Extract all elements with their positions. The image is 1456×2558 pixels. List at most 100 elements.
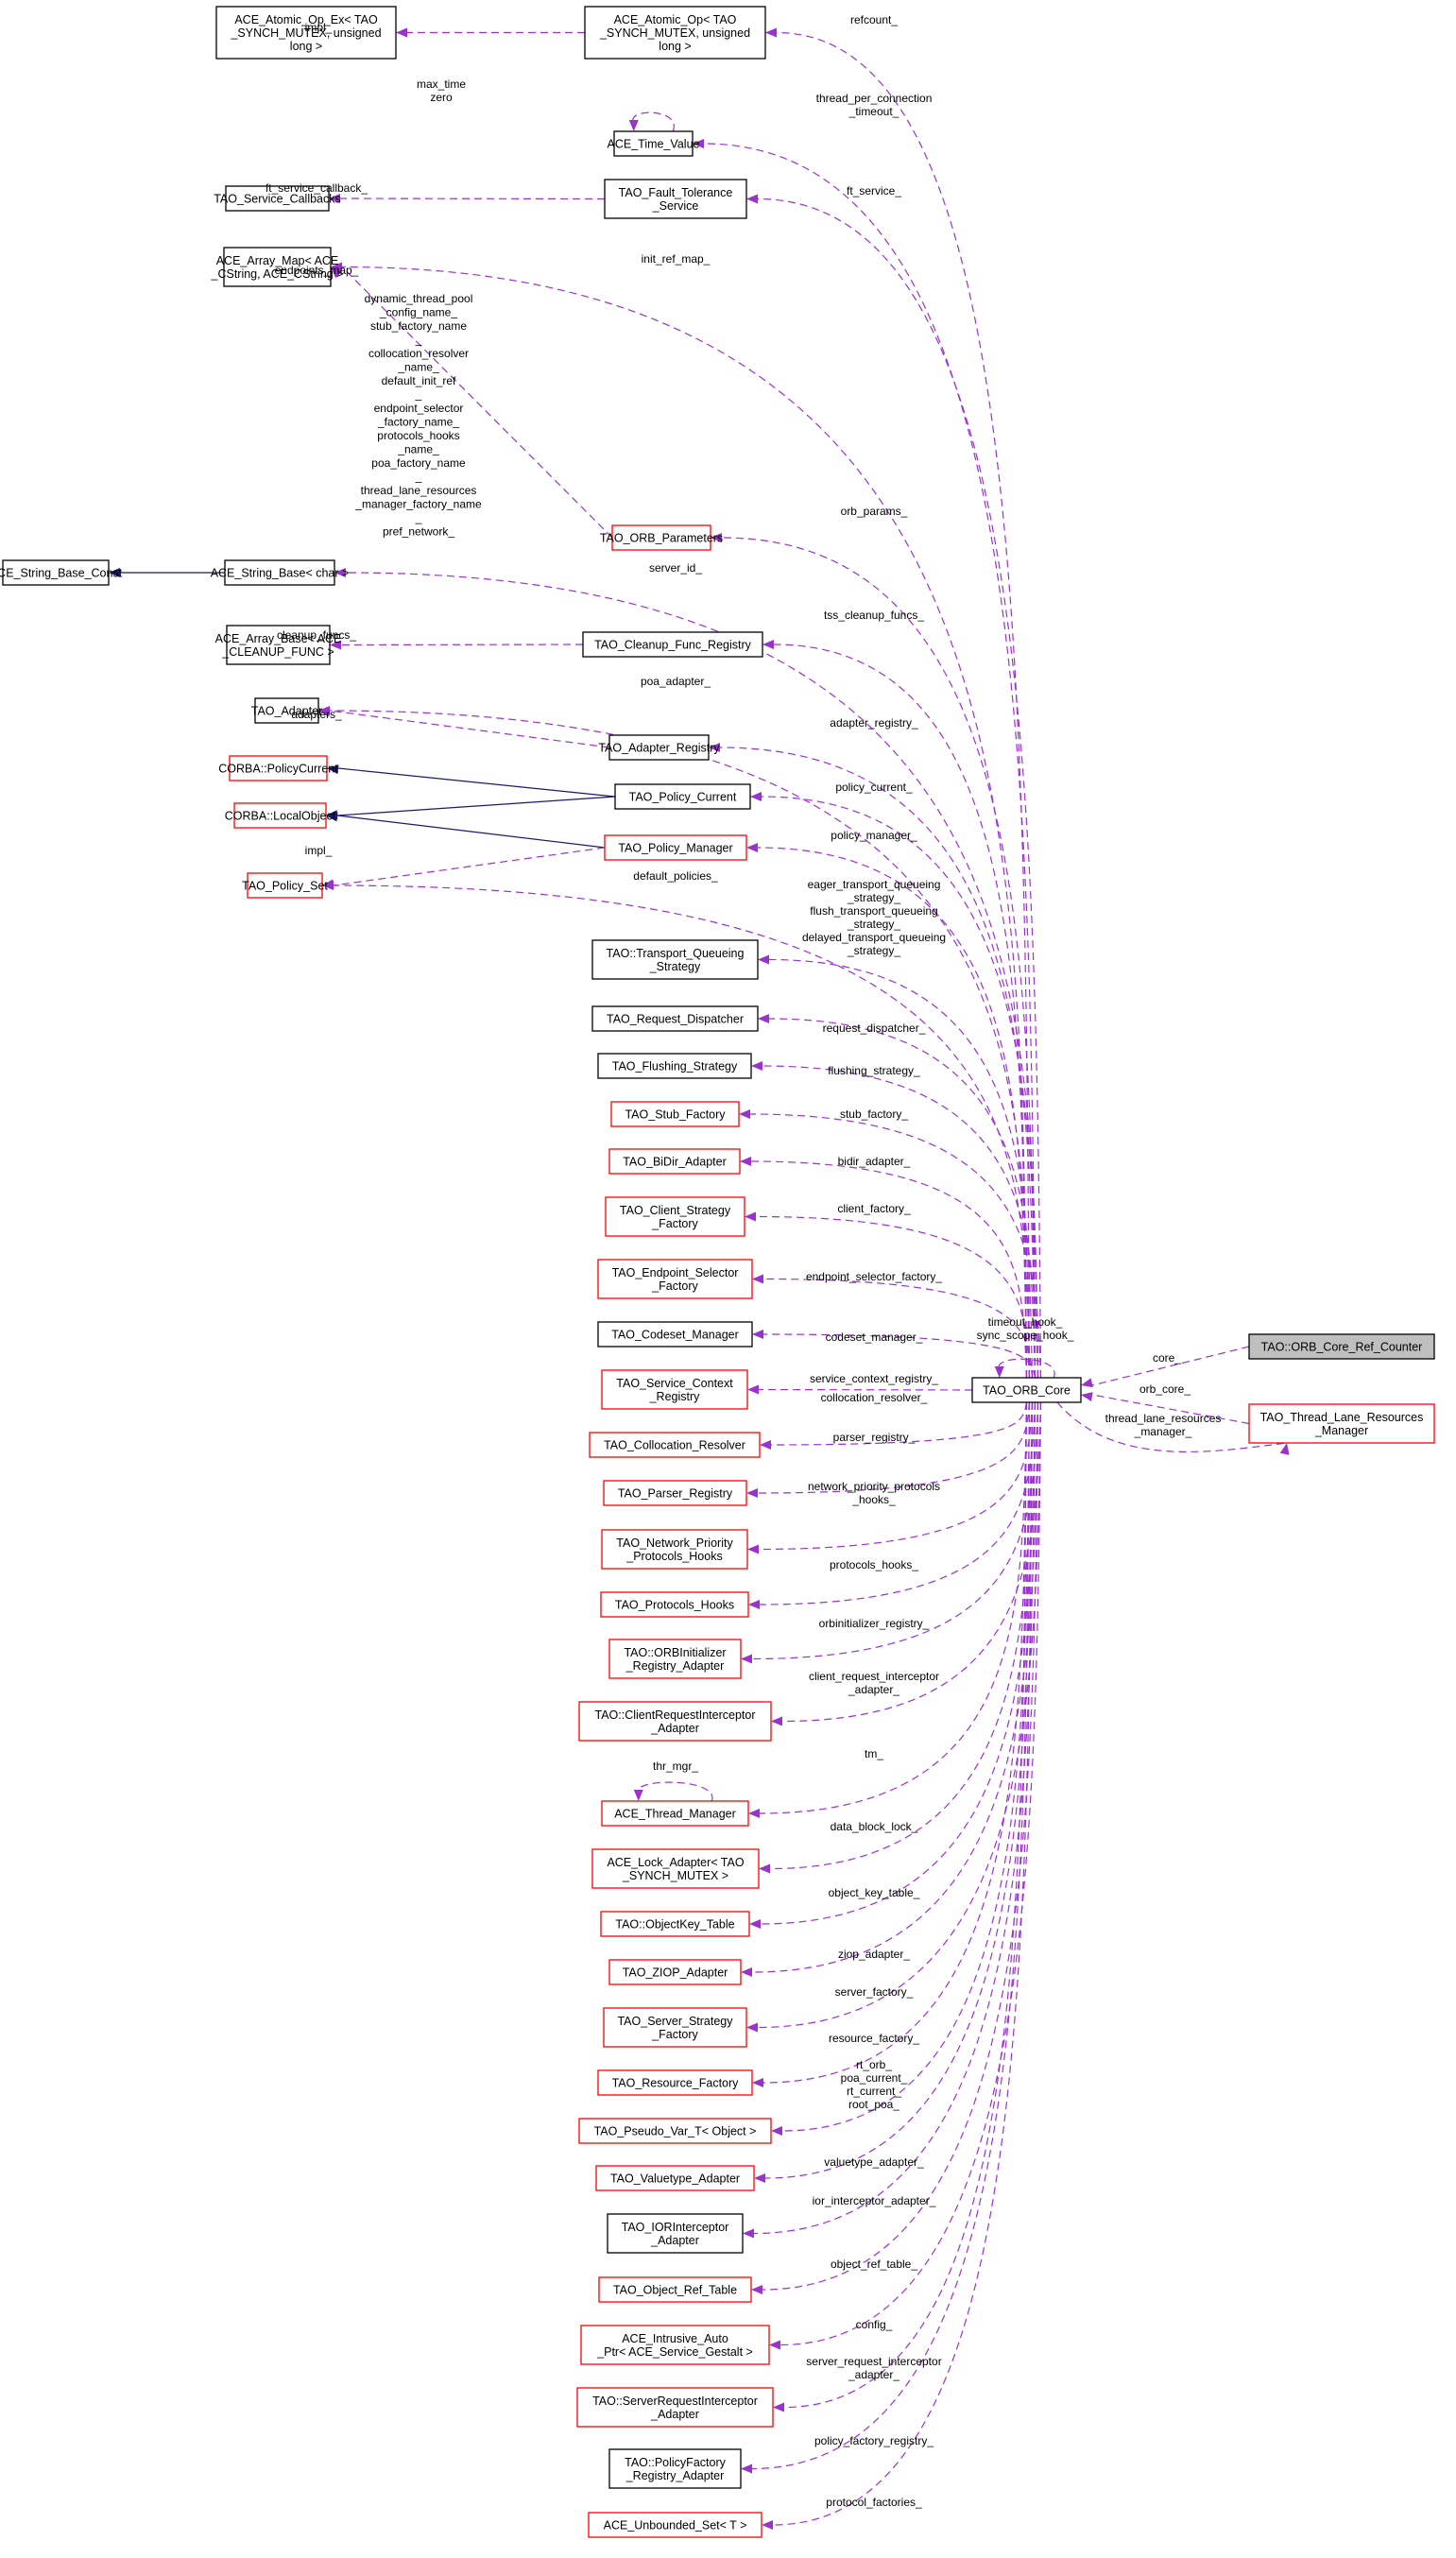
class-node-policy-current[interactable]: TAO_Policy_Current xyxy=(614,783,751,810)
edge-label-line: default_policies_ xyxy=(633,869,718,883)
edge-label: core_ xyxy=(1153,1351,1181,1365)
edge-label: client_factory_ xyxy=(837,1202,911,1215)
class-node-fault-tolerance[interactable]: TAO_Fault_Tolerance_Service xyxy=(604,179,747,219)
class-node-collocation-resolver[interactable]: TAO_Collocation_Resolver xyxy=(589,1432,761,1458)
edge-label: ior_interceptor_adapter_ xyxy=(813,2194,936,2207)
node-label: _SYNCH_MUTEX > xyxy=(622,1869,728,1882)
node-label: TAO_Codeset_Manager xyxy=(611,1329,739,1342)
node-label: TAO_Fault_Tolerance xyxy=(619,186,733,199)
class-node-pseudo-var[interactable]: TAO_Pseudo_Var_T< Object > xyxy=(578,2118,772,2144)
edge-label-line: policy_current_ xyxy=(835,781,913,794)
arrowhead xyxy=(745,1211,756,1222)
usage-edge xyxy=(764,1401,1034,2179)
class-node-client-interceptor[interactable]: TAO::ClientRequestInterceptor_Adapter xyxy=(578,1701,772,1742)
class-node-thread-lane[interactable]: TAO_Thread_Lane_Resources_Manager xyxy=(1248,1403,1435,1444)
edge-label: eager_transport_queueing_strategy_flush_… xyxy=(802,878,946,957)
class-node-transport-queueing[interactable]: TAO::Transport_Queueing_Strategy xyxy=(591,939,759,980)
arrowhead xyxy=(749,1919,761,1929)
class-node-endpoint-selector[interactable]: TAO_Endpoint_Selector_Factory xyxy=(597,1259,753,1299)
edge-label-line: ziop_adapter_ xyxy=(838,1948,910,1961)
arrowhead xyxy=(741,1654,752,1664)
class-node-objectkey-table[interactable]: TAO::ObjectKey_Table xyxy=(600,1911,750,1937)
class-node-service-context[interactable]: TAO_Service_Context_Registry xyxy=(601,1369,748,1410)
class-node-time-value[interactable]: ACE_Time_Value xyxy=(608,130,700,157)
class-node-stub-factory[interactable]: TAO_Stub_Factory xyxy=(610,1101,740,1127)
arrowhead xyxy=(750,792,762,801)
edge-label-line: protocols_hooks_ xyxy=(830,1558,918,1571)
class-node-ref-counter[interactable]: TAO::ORB_Core_Ref_Counter xyxy=(1248,1333,1435,1360)
arrowhead xyxy=(748,1809,760,1818)
node-label: ACE_Atomic_Op< TAO xyxy=(614,13,737,26)
node-label: _Ptr< ACE_Service_Gestalt > xyxy=(596,2345,753,2359)
class-node-atomic-op[interactable]: ACE_Atomic_Op< TAO_SYNCH_MUTEX, unsigned… xyxy=(584,6,766,60)
edge-label: timeout_hook_sync_scope_hook_ xyxy=(977,1315,1074,1342)
node-label: TAO_Policy_Current xyxy=(629,791,737,804)
class-node-cleanup-registry[interactable]: TAO_Cleanup_Func_Registry xyxy=(582,631,763,658)
class-node-local-object[interactable]: CORBA::LocalObject xyxy=(225,802,336,829)
class-node-lock-adapter[interactable]: ACE_Lock_Adapter< TAO_SYNCH_MUTEX > xyxy=(591,1848,760,1889)
class-node-bidir-adapter[interactable]: TAO_BiDir_Adapter xyxy=(608,1148,741,1175)
edge-label: tss_cleanup_funcs_ xyxy=(824,609,924,622)
node-label: long > xyxy=(290,40,322,53)
class-node-client-strategy[interactable]: TAO_Client_Strategy_Factory xyxy=(605,1196,745,1237)
edge-label-line: thread_lane_resources xyxy=(361,484,477,497)
node-label: _Factory xyxy=(651,1279,698,1293)
class-node-orb-parameters[interactable]: TAO_ORB_Parameters xyxy=(600,524,723,551)
edge-label: policy_manager_ xyxy=(831,829,917,842)
class-node-intrusive-auto-ptr[interactable]: ACE_Intrusive_Auto_Ptr< ACE_Service_Gest… xyxy=(580,2325,770,2365)
class-node-orb-core[interactable]: TAO_ORB_Core xyxy=(971,1377,1082,1403)
edge-label-line: data_block_lock_ xyxy=(831,1820,918,1833)
node-label: CORBA::LocalObject xyxy=(225,810,336,823)
node-label: TAO_Adapter_Registry xyxy=(598,742,720,755)
node-label: TAO_Resource_Factory xyxy=(612,2077,740,2090)
class-node-protocols-hooks[interactable]: TAO_Protocols_Hooks xyxy=(600,1591,749,1618)
class-node-policy-factory[interactable]: TAO::PolicyFactory_Registry_Adapter xyxy=(608,2448,742,2489)
class-node-policy-current-corba[interactable]: CORBA::PolicyCurrent xyxy=(218,755,338,781)
class-node-string-base-const[interactable]: ACE_String_Base_Const xyxy=(0,559,123,586)
arrowhead xyxy=(746,843,758,852)
class-node-ior-interceptor[interactable]: TAO_IORInterceptor_Adapter xyxy=(607,2213,744,2254)
class-node-ziop-adapter[interactable]: TAO_ZIOP_Adapter xyxy=(608,1959,742,1985)
class-node-server-strategy[interactable]: TAO_Server_Strategy_Factory xyxy=(603,2007,747,2048)
node-label: _CLEANUP_FUNC > xyxy=(221,645,334,659)
edge-label-line: refcount_ xyxy=(850,13,898,26)
class-node-policy-manager[interactable]: TAO_Policy_Manager xyxy=(604,834,747,861)
class-node-codeset-manager[interactable]: TAO_Codeset_Manager xyxy=(597,1321,753,1348)
class-node-object-ref-table[interactable]: TAO_Object_Ref_Table xyxy=(598,2276,752,2303)
class-node-flushing-strategy[interactable]: TAO_Flushing_Strategy xyxy=(597,1053,752,1079)
edge-label: collocation_resolver_ xyxy=(821,1391,928,1404)
class-node-parser-registry[interactable]: TAO_Parser_Registry xyxy=(603,1480,747,1506)
class-node-valuetype-adapter[interactable]: TAO_Valuetype_Adapter xyxy=(595,2165,755,2191)
class-node-resource-factory[interactable]: TAO_Resource_Factory xyxy=(597,2069,753,2096)
edge-label: impl_ xyxy=(305,844,333,857)
edge-label-line: _ xyxy=(415,471,422,484)
edge-label-line: _manager_ xyxy=(1134,1425,1192,1438)
class-node-adapter-registry[interactable]: TAO_Adapter_Registry xyxy=(598,734,720,761)
class-node-orbinitializer[interactable]: TAO::ORBInitializer_Registry_Adapter xyxy=(608,1639,742,1679)
edge-label-line: max_time xyxy=(417,77,466,91)
class-node-policy-set[interactable]: TAO_Policy_Set xyxy=(242,872,328,899)
node-label: TAO_Thread_Lane_Resources xyxy=(1260,1411,1424,1424)
usage-edge xyxy=(759,1401,1028,1814)
node-label: TAO_Server_Strategy xyxy=(617,2015,733,2028)
node-label: _Strategy xyxy=(649,960,701,973)
class-node-server-interceptor[interactable]: TAO::ServerRequestInterceptor_Adapter xyxy=(576,2387,774,2428)
edge-label-line: _adapter_ xyxy=(848,2368,899,2381)
usage-edge xyxy=(776,31,1031,1379)
usage-edge xyxy=(783,1401,1028,2409)
arrowhead xyxy=(746,2022,758,2033)
class-node-thread-manager[interactable]: ACE_Thread_Manager xyxy=(601,1800,749,1827)
edge-label: policy_factory_registry_ xyxy=(814,2434,934,2447)
edge-label-line: endpoint_selector xyxy=(374,402,464,415)
node-label: TAO_Stub_Factory xyxy=(625,1108,726,1122)
edge-label: ft_service_callback_ xyxy=(266,181,368,195)
edge-label-line: _adapter_ xyxy=(848,1683,899,1696)
arrowhead xyxy=(754,2173,765,2183)
class-node-string-base[interactable]: ACE_String_Base< char > xyxy=(211,559,350,586)
edge-label-line: impl_ xyxy=(305,21,333,34)
edge-label-line: zero xyxy=(430,91,453,104)
class-node-request-dispatcher[interactable]: TAO_Request_Dispatcher xyxy=(591,1005,759,1032)
node-label: TAO_Client_Strategy xyxy=(620,1204,731,1217)
class-node-unbounded-set[interactable]: ACE_Unbounded_Set< T > xyxy=(588,2512,762,2538)
class-node-network-priority[interactable]: TAO_Network_Priority_Protocols_Hooks xyxy=(601,1529,748,1570)
